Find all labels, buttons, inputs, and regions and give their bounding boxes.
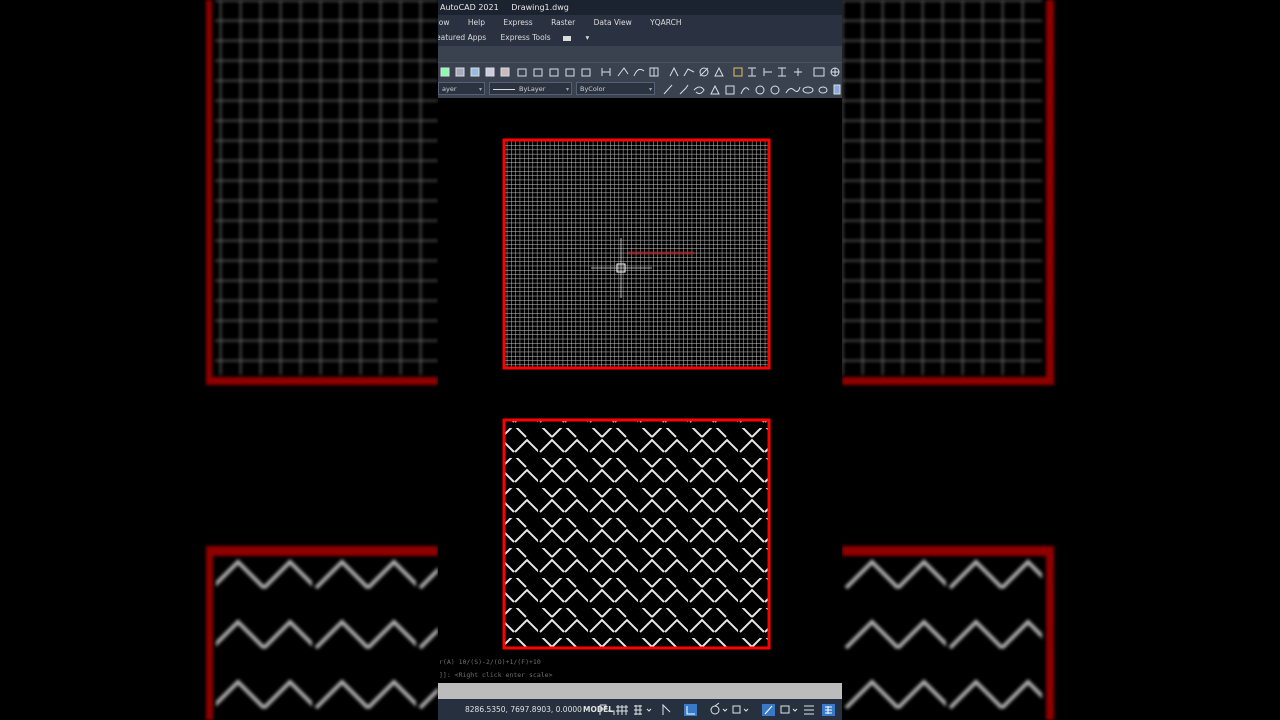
infer-constraints-icon[interactable] [662,703,671,715]
color-select[interactable]: ByColor ▾ [576,82,655,95]
linetype-select[interactable]: ByLayer ▾ [489,82,572,95]
menu-express[interactable]: Express [503,18,532,27]
selection-cycling-icon[interactable] [780,705,798,714]
title-bar: AutoCAD 2021 Drawing1.dwg [438,0,842,15]
view-tools-icons[interactable] [813,67,840,77]
background-blur-right [842,0,1280,720]
menu-bar: dow Help Express Raster Data View YQARCH [438,15,842,30]
menu-raster[interactable]: Raster [551,18,575,27]
command-input[interactable] [438,683,842,699]
command-history-line: r(A) 10/(S)-2/(O)+1/(F)+10 [439,658,541,666]
status-toggle-icons [599,702,835,716]
snap-mode-icon[interactable] [634,705,652,715]
grid-display-icon[interactable] [616,705,628,715]
chevron-down-icon: ▾ [648,86,652,93]
menu-help[interactable]: Help [468,18,485,27]
background-blur-left [0,0,438,720]
customization-icon[interactable] [804,705,814,715]
menu-window[interactable]: dow [438,18,449,27]
chevron-down-icon: ▾ [478,86,482,93]
menu-yqarch[interactable]: YQARCH [650,18,681,27]
layer-select[interactable]: ayer ▾ [438,82,485,95]
chevron-down-icon: ▾ [565,86,569,93]
linetype-preview [493,88,515,90]
herringbone-hatch-fill[interactable] [505,421,768,647]
osnap-icon[interactable] [732,705,749,714]
dimension-tools-icons[interactable] [601,67,659,77]
ribbon-tab-bar: eatured Apps Express Tools ▾ [438,30,842,46]
status-bar: 8286.5350, 7697.8903, 0.0000 MODEL [438,699,842,720]
annotation-tools-icons[interactable] [733,67,802,77]
tab-express-tools[interactable]: Express Tools [501,33,551,42]
app-title: AutoCAD 2021 [440,3,499,12]
annotation-scale-icon[interactable] [599,704,615,715]
tab-featured-apps[interactable]: eatured Apps [438,33,486,42]
model-space-drawing[interactable] [438,98,842,654]
ribbon-toggle-icon[interactable]: ▾ [563,33,589,42]
layer-tools-icons[interactable] [440,67,591,77]
background-zoom-left-drawing [0,0,438,720]
drawing-canvas[interactable] [438,98,842,654]
polar-tracking-icon[interactable] [710,702,728,715]
modify-tools-icons[interactable] [669,66,724,77]
autocad-window: AutoCAD 2021 Drawing1.dwg dow Help Expre… [438,0,842,720]
menu-data-view[interactable]: Data View [594,18,632,27]
command-history: r(A) 10/(S)-2/(O)+1/(F)+10 ]]: <Right cl… [438,655,842,683]
background-zoom-right-drawing [842,0,1280,720]
command-history-line: ]]: <Right click enter scale> [439,671,553,679]
document-title: Drawing1.dwg [511,3,569,12]
ribbon-panel [438,46,842,62]
draw-modify-toolbar [438,62,842,81]
toolbar-icons [440,66,840,77]
